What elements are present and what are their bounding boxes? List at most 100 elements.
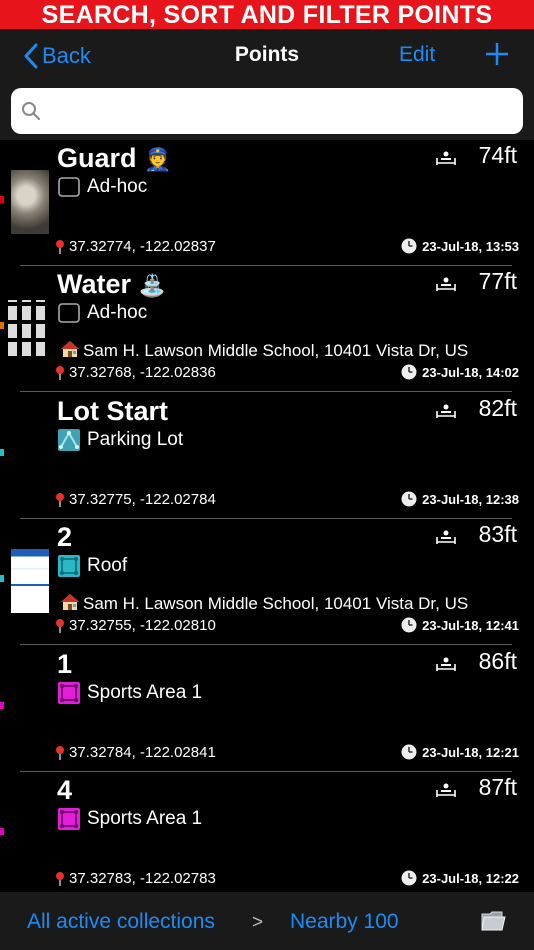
collection-color-tag	[0, 828, 4, 835]
collection-color-tag	[0, 196, 4, 203]
map-pin-icon	[56, 618, 64, 633]
point-collection: Ad-hoc	[57, 174, 147, 200]
point-row[interactable]: Lot Start 82ft Parking Lot 37.32775, -122.0…	[0, 393, 534, 519]
point-name: 4	[57, 775, 73, 805]
point-title: Guard 👮	[57, 143, 171, 174]
walking-distance-icon	[436, 530, 456, 544]
collection-label: Sports Area 1	[87, 808, 203, 829]
point-collection: Parking Lot	[57, 427, 183, 453]
map-pin-icon	[56, 871, 64, 886]
map-pin-icon	[56, 492, 64, 507]
points-list[interactable]: Guard 👮 74ft Ad-hoc 37.32774, -122.02837 23-…	[0, 140, 534, 898]
collection-color-tag	[0, 322, 4, 329]
clock-icon	[401, 238, 417, 254]
point-row[interactable]: Guard 👮 74ft Ad-hoc 37.32774, -122.02837 23-…	[0, 140, 534, 266]
timestamp-text: 23-Jul-18, 12:21	[422, 744, 519, 760]
breadcrumb-separator: >	[252, 912, 264, 933]
map-pin-icon	[56, 745, 64, 760]
timestamp-text: 23-Jul-18, 12:22	[422, 870, 519, 886]
back-button[interactable]: Back	[24, 41, 91, 71]
collection-color-tag	[0, 575, 4, 582]
polygon-magenta-icon	[58, 808, 80, 830]
point-distance: 83ft	[478, 521, 517, 547]
walking-distance-icon	[436, 277, 456, 291]
row-divider	[20, 391, 512, 392]
point-row[interactable]: 4 87ft Sports Area 1 37.32783, -122.02783 23…	[0, 772, 534, 898]
point-address: Sam H. Lawson Middle School, 10401 Vista…	[60, 340, 468, 361]
row-divider	[20, 644, 512, 645]
point-collection: Roof	[57, 553, 127, 579]
point-coordinates: 37.32783, -122.02783	[54, 870, 216, 887]
timestamp-text: 23-Jul-18, 12:41	[422, 617, 519, 633]
search-bar	[0, 82, 534, 140]
folder-outline-icon	[58, 303, 80, 323]
point-distance: 82ft	[478, 395, 517, 421]
point-title: 1	[57, 649, 72, 680]
walking-distance-icon	[436, 657, 456, 671]
search-input[interactable]	[51, 96, 515, 128]
house-icon	[61, 341, 79, 357]
polyline-teal-icon	[58, 429, 80, 451]
search-icon	[22, 102, 41, 121]
cat-photo-thumbnail	[11, 170, 49, 234]
polygon-magenta-icon	[58, 682, 80, 704]
point-title: 4	[57, 775, 72, 806]
point-collection: Ad-hoc	[57, 300, 147, 326]
clock-icon	[401, 870, 417, 886]
all-collections-link[interactable]: All active collections	[27, 910, 215, 934]
folder-outline-icon	[58, 177, 80, 197]
point-collection: Sports Area 1	[57, 680, 202, 706]
point-emoji: ⛲	[138, 273, 166, 298]
timestamp-text: 23-Jul-18, 14:02	[422, 364, 519, 380]
promo-banner: SEARCH, SORT AND FILTER POINTS	[0, 0, 534, 29]
polygon-cyan-icon	[58, 555, 80, 577]
point-name: 2	[57, 522, 73, 552]
clock-icon	[401, 744, 417, 760]
point-distance: 74ft	[478, 142, 517, 168]
point-distance: 87ft	[478, 774, 517, 800]
point-timestamp: 23-Jul-18, 12:41	[401, 617, 519, 633]
back-label: Back	[42, 43, 91, 68]
point-name: 1	[57, 649, 73, 679]
coordinates-text: 37.32774, -122.02837	[69, 238, 216, 255]
edit-button[interactable]: Edit	[399, 43, 435, 67]
search-field[interactable]	[11, 88, 523, 134]
collection-color-tag	[0, 702, 4, 709]
point-name: Lot Start	[57, 396, 168, 426]
coordinates-text: 37.32784, -122.02841	[69, 744, 216, 761]
point-row[interactable]: 2 83ft Roof Sam H. Lawson Middle School, 10…	[0, 519, 534, 645]
walking-distance-icon	[436, 151, 456, 165]
address-text: Sam H. Lawson Middle School, 10401 Vista…	[83, 594, 469, 613]
coordinates-text: 37.32775, -122.02784	[69, 491, 216, 508]
point-row[interactable]: Water ⛲ 77ft Ad-hoc Sam H. Lawson Middle Sc…	[0, 266, 534, 392]
point-row[interactable]: 1 86ft Sports Area 1 37.32784, -122.02841 23…	[0, 646, 534, 772]
collection-label: Ad-hoc	[87, 176, 148, 197]
plus-icon[interactable]	[484, 41, 510, 67]
point-name: Guard	[57, 143, 137, 173]
screenshot-grid-thumbnail	[8, 300, 50, 356]
collection-label: Roof	[87, 555, 128, 576]
point-name: Water	[57, 269, 132, 299]
collection-label: Parking Lot	[87, 429, 184, 450]
coordinates-text: 37.32783, -122.02783	[69, 870, 216, 887]
point-coordinates: 37.32775, -122.02784	[54, 491, 216, 508]
point-emoji: 👮	[144, 147, 172, 172]
nearby-filter-link[interactable]: Nearby 100	[290, 910, 399, 934]
timestamp-text: 23-Jul-18, 12:38	[422, 491, 519, 507]
point-coordinates: 37.32784, -122.02841	[54, 744, 216, 761]
point-timestamp: 23-Jul-18, 12:21	[401, 744, 519, 760]
webpage-screenshot-thumbnail	[11, 549, 49, 613]
folder-icon[interactable]	[480, 908, 506, 932]
point-timestamp: 23-Jul-18, 14:02	[401, 364, 519, 380]
chevron-left-icon	[24, 43, 38, 69]
walking-distance-icon	[436, 783, 456, 797]
point-title: 2	[57, 522, 72, 553]
point-timestamp: 23-Jul-18, 13:53	[401, 238, 519, 254]
point-title: Lot Start	[57, 396, 168, 427]
point-title: Water ⛲	[57, 269, 166, 300]
point-coordinates: 37.32768, -122.02836	[54, 364, 216, 381]
nav-bar: Back Points Edit	[0, 29, 534, 82]
point-timestamp: 23-Jul-18, 12:38	[401, 491, 519, 507]
map-pin-icon	[56, 365, 64, 380]
coordinates-text: 37.32755, -122.02810	[69, 617, 216, 634]
